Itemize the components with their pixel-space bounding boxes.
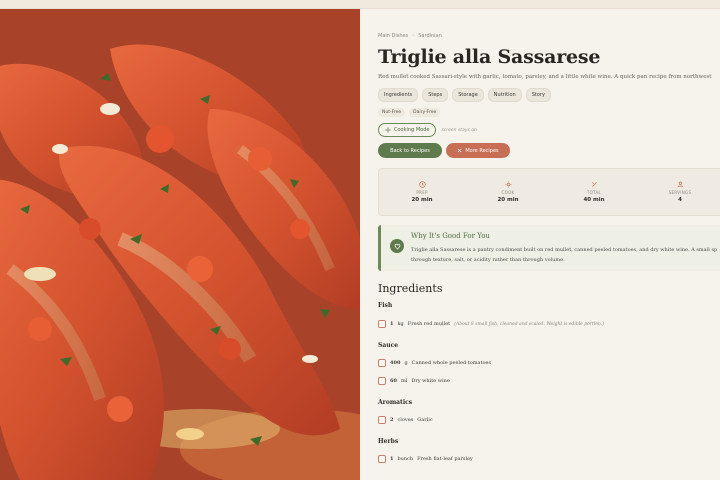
- why-body-line-1: Triglie alla Sassarese is a pantry condi…: [411, 247, 718, 253]
- diet-tags: Nut-Free Dairy-Free: [378, 108, 720, 117]
- flame-icon: [504, 181, 512, 188]
- ingredient-item[interactable]: 400 g Canned whole peeled tomatoes: [378, 359, 720, 367]
- ingredient-checkbox[interactable]: [378, 377, 386, 385]
- stat-prep-value: 20 min: [411, 197, 433, 203]
- top-bar: [0, 0, 720, 9]
- ingredient-qty: 2: [390, 417, 394, 423]
- ingredients-heading: Ingredients: [378, 282, 443, 295]
- stat-servings-label: SERVINGS: [668, 190, 692, 195]
- stat-prep: PREP 20 min: [379, 169, 465, 215]
- nav-pill-story[interactable]: Story: [525, 88, 551, 102]
- breadcrumb-link-sardinian[interactable]: Sardinian: [418, 33, 442, 39]
- ingredient-name: Garlic: [417, 417, 433, 423]
- back-to-recipes-label: Back to Recipes: [390, 147, 430, 154]
- back-to-recipes-button[interactable]: Back to Recipes: [378, 143, 442, 158]
- group-title-herbs: Herbs: [378, 438, 399, 445]
- ingredient-item[interactable]: 1 kg Fresh red mullet (About 8 small fis…: [378, 320, 720, 328]
- recipe-hero-image: [0, 9, 360, 480]
- nav-pill-storage[interactable]: Storage: [452, 88, 484, 102]
- stat-servings: SERVINGS 4: [637, 169, 720, 215]
- timer-icon: [591, 182, 597, 187]
- nav-pill-nutrition[interactable]: Nutrition: [487, 88, 522, 102]
- heart-icon: [394, 243, 400, 249]
- ingredient-unit: kg: [397, 321, 404, 327]
- ingredient-qty: 400: [390, 360, 401, 366]
- ingredient-unit: cloves: [397, 417, 414, 423]
- heart-badge: [390, 239, 404, 253]
- recipe-stats: PREP 20 min COOK 20 min TOTAL 40 min SER…: [378, 168, 720, 216]
- ingredient-name: Fresh flat-leaf parsley: [417, 456, 473, 462]
- group-title-fish: Fish: [378, 302, 393, 309]
- ingredient-item[interactable]: 1 bunch Fresh flat-leaf parsley: [378, 455, 720, 463]
- recipe-content: Main Dishes › Sardinian Triglie alla Sas…: [360, 9, 720, 480]
- breadcrumb-separator: ›: [412, 33, 415, 39]
- tag-nut-free: Nut-Free: [378, 108, 406, 117]
- clock-icon: [418, 181, 426, 188]
- arrows-icon: [458, 148, 462, 153]
- action-buttons: Back to Recipes More Recipes: [378, 143, 720, 158]
- ingredient-checkbox[interactable]: [378, 455, 386, 463]
- ingredient-unit: ml: [400, 378, 408, 384]
- people-icon: [677, 181, 683, 188]
- stat-total-value: 40 min: [583, 197, 605, 203]
- stat-cook-label: COOK: [501, 190, 515, 195]
- more-recipes-button[interactable]: More Recipes: [446, 143, 510, 158]
- tag-dairy-free: Dairy-Free: [409, 108, 441, 117]
- ingredient-note: (About 8 small fish, cleaned and scaled.…: [454, 321, 605, 327]
- stat-total-label: TOTAL: [586, 190, 602, 195]
- ingredient-qty: 1: [390, 321, 394, 327]
- why-body-line-2: through texture, salt, or acidity rather…: [411, 257, 565, 263]
- ingredient-name: Canned whole peeled tomatoes: [411, 360, 492, 366]
- breadcrumb-link-main-dishes[interactable]: Main Dishes: [378, 33, 408, 39]
- stat-cook-value: 20 min: [497, 197, 519, 203]
- section-nav: Ingredients Steps Storage Nutrition Stor…: [378, 88, 720, 102]
- ingredient-name: Dry white wine: [411, 378, 450, 384]
- why-good-callout: Why It's Good For You Triglie alla Sassa…: [378, 225, 720, 271]
- stat-cook: COOK 20 min: [465, 169, 551, 215]
- stat-total: TOTAL 40 min: [551, 169, 637, 215]
- page-title: Triglie alla Sassarese: [378, 46, 601, 68]
- ingredient-checkbox[interactable]: [378, 359, 386, 367]
- cooking-mode-label: Cooking Mode: [394, 127, 430, 133]
- ingredient-qty: 60: [390, 378, 397, 384]
- sun-icon: [385, 127, 391, 133]
- ingredient-qty: 1: [390, 456, 394, 462]
- ingredient-checkbox[interactable]: [378, 320, 386, 328]
- ingredient-checkbox[interactable]: [378, 416, 386, 424]
- ingredient-unit: g: [404, 360, 408, 366]
- cooking-mode-toggle[interactable]: Cooking Mode: [378, 123, 437, 137]
- nav-pill-ingredients[interactable]: Ingredients: [378, 88, 419, 102]
- nav-pill-steps[interactable]: Steps: [422, 88, 449, 102]
- why-body: Triglie alla Sassarese is a pantry condi…: [411, 245, 720, 265]
- why-heading: Why It's Good For You: [411, 232, 490, 240]
- group-title-sauce: Sauce: [378, 342, 399, 349]
- ingredient-item[interactable]: 2 cloves Garlic: [378, 416, 720, 424]
- cooking-mode-hint: screen stays on: [441, 127, 477, 133]
- breadcrumb: Main Dishes › Sardinian: [378, 33, 720, 39]
- ingredient-item[interactable]: 60 ml Dry white wine: [378, 377, 720, 385]
- cooking-mode-row: Cooking Mode screen stays on: [378, 123, 720, 137]
- ingredient-name: Fresh red mullet: [407, 321, 451, 327]
- ingredient-unit: bunch: [397, 456, 414, 462]
- recipe-subtitle: Red mullet cooked Sassari-style with gar…: [378, 74, 712, 80]
- group-title-aromatics: Aromatics: [378, 399, 413, 406]
- more-recipes-label: More Recipes: [465, 147, 499, 154]
- stat-prep-label: PREP: [416, 190, 428, 195]
- stat-servings-value: 4: [678, 197, 682, 203]
